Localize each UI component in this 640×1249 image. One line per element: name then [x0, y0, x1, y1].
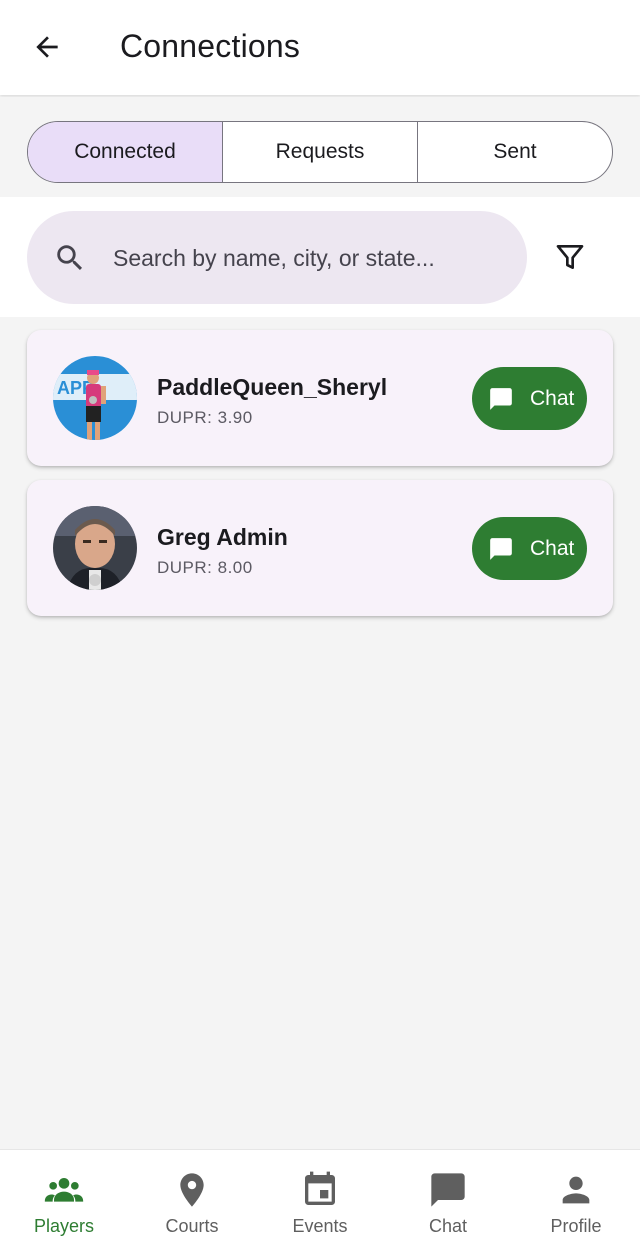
nav-item-courts[interactable]: Courts — [128, 1150, 256, 1249]
player-dupr: DUPR: 3.90 — [157, 408, 253, 427]
tab-sent[interactable]: Sent — [418, 122, 612, 182]
page-title: Connections — [120, 28, 301, 64]
filter-button[interactable] — [548, 235, 592, 279]
search-area — [0, 197, 640, 317]
chat-bubble-icon — [490, 388, 512, 410]
tab-requests[interactable]: Requests — [223, 122, 418, 182]
search-icon — [57, 245, 83, 271]
tab-connected[interactable]: Connected — [28, 122, 223, 182]
nav-item-profile[interactable]: Profile — [512, 1150, 640, 1249]
bottom-navigation: Players Courts Events Chat Profile — [0, 1149, 640, 1249]
tabs-container: Connected Requests Sent — [0, 97, 640, 197]
player-name: Greg Admin — [157, 524, 288, 550]
avatar: APP — [53, 356, 137, 440]
nav-label-players: Players — [33, 1216, 95, 1236]
calendar-icon — [300, 1170, 340, 1210]
player-name: PaddleQueen_Sheryl — [157, 374, 388, 400]
nav-label-profile: Profile — [550, 1216, 602, 1236]
nav-item-players[interactable]: Players — [0, 1150, 128, 1249]
back-button[interactable] — [22, 24, 72, 70]
nav-item-chat[interactable]: Chat — [384, 1150, 512, 1249]
nav-label-events: Events — [292, 1216, 348, 1236]
arrow-back-icon — [36, 36, 58, 58]
filter-icon — [556, 245, 584, 269]
nav-label-courts: Courts — [165, 1216, 219, 1236]
chat-button-label: Chat — [530, 387, 575, 410]
search-bar[interactable] — [27, 211, 527, 304]
app-header: Connections — [0, 0, 640, 95]
chat-button[interactable]: Chat — [472, 517, 587, 580]
chat-button[interactable]: Chat — [472, 367, 587, 430]
people-icon — [44, 1170, 84, 1210]
connection-card[interactable]: Greg Admin DUPR: 8.00 Chat — [27, 480, 613, 616]
segmented-tabs: Connected Requests Sent — [27, 121, 613, 183]
chat-bubble-icon — [490, 538, 512, 560]
person-icon — [556, 1170, 596, 1210]
search-input[interactable] — [113, 235, 513, 281]
chat-button-label: Chat — [530, 537, 575, 560]
player-dupr: DUPR: 8.00 — [157, 558, 253, 577]
location-pin-icon — [172, 1170, 212, 1210]
nav-label-chat: Chat — [428, 1216, 468, 1236]
avatar — [53, 506, 137, 590]
chat-bubble-icon — [428, 1170, 468, 1210]
connection-card[interactable]: APP PaddleQueen_Sheryl DUPR: 3.90 Chat — [27, 330, 613, 466]
nav-item-events[interactable]: Events — [256, 1150, 384, 1249]
